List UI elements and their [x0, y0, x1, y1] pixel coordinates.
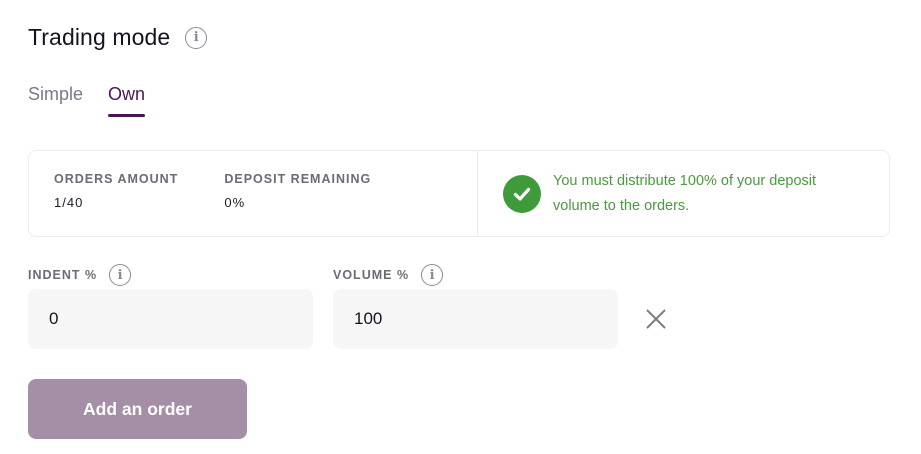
volume-label-row: VOLUME % i [333, 264, 444, 286]
deposit-remaining-value: 0% [224, 195, 246, 210]
stats-card: ORDERS AMOUNT 1/40 DEPOSIT REMAINING 0% … [28, 150, 890, 237]
status-message: You must distribute 100% of your deposit… [553, 172, 817, 214]
check-circle-icon [503, 174, 541, 213]
indent-label-row: INDENT % i [28, 264, 132, 286]
status-panel: You must distribute 100% of your deposit… [478, 151, 889, 236]
deposit-remaining-label: DEPOSIT REMAINING [224, 172, 372, 186]
orders-amount-stat: ORDERS AMOUNT 1/40 [54, 172, 178, 236]
info-icon[interactable]: i [185, 26, 208, 49]
indent-input[interactable] [28, 289, 313, 349]
deposit-remaining-stat: DEPOSIT REMAINING 0% [224, 172, 371, 236]
stats-summary: ORDERS AMOUNT 1/40 DEPOSIT REMAINING 0% [29, 151, 478, 236]
add-order-button[interactable]: Add an order [28, 379, 247, 439]
page-title: Trading mode [28, 24, 171, 50]
close-icon[interactable] [644, 307, 668, 331]
title-row: Trading mode i [28, 24, 208, 51]
orders-amount-value: 1/40 [54, 195, 84, 210]
orders-amount-label: ORDERS AMOUNT [54, 172, 179, 186]
volume-label: VOLUME % [333, 268, 410, 282]
info-icon[interactable]: i [109, 264, 132, 286]
mode-tabs: Simple Own [28, 84, 170, 117]
tab-simple[interactable]: Simple [28, 84, 83, 117]
tab-own[interactable]: Own [108, 84, 146, 117]
indent-label: INDENT % [28, 268, 98, 282]
info-icon[interactable]: i [421, 264, 444, 286]
volume-input[interactable] [333, 289, 618, 349]
